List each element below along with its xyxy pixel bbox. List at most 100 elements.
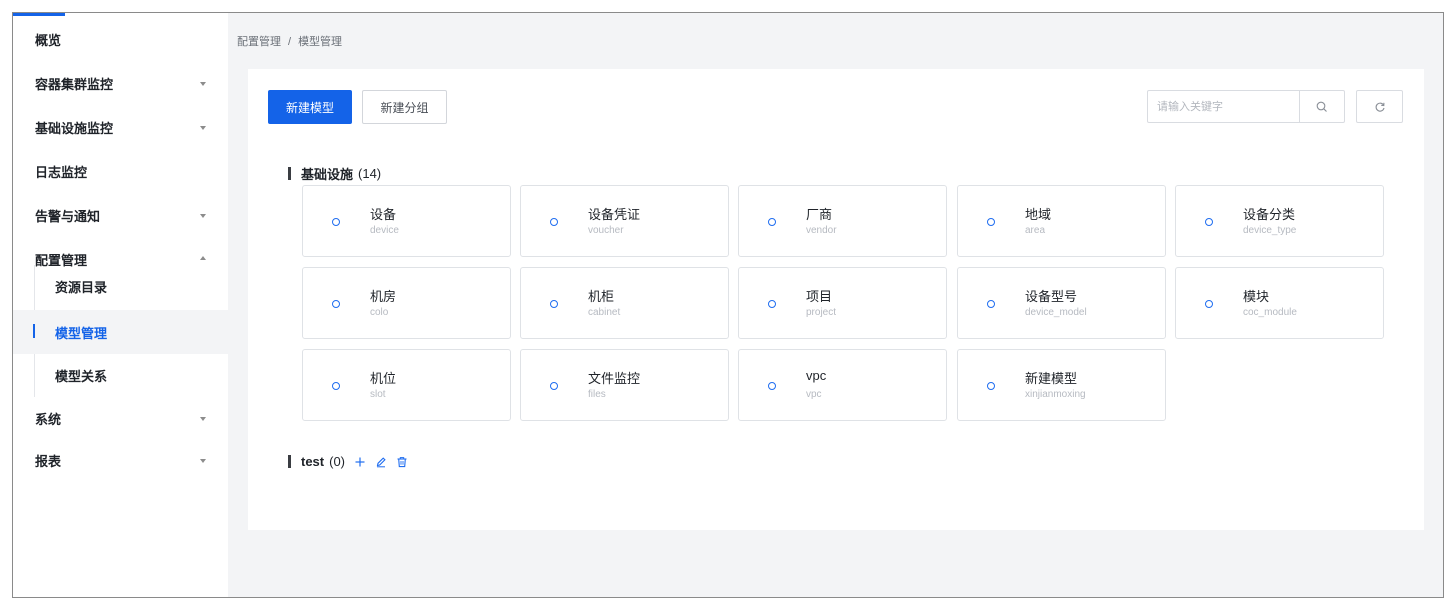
- search-icon: [1316, 101, 1327, 112]
- model-code: coc_module: [1243, 307, 1297, 318]
- model-code: project: [806, 307, 837, 318]
- breadcrumb: 配置管理 / 模型管理: [237, 33, 342, 49]
- model-name: 设备: [370, 207, 397, 222]
- model-card[interactable]: 模块 coc_module: [1175, 267, 1384, 339]
- new-model-button[interactable]: 新建模型: [268, 90, 352, 124]
- breadcrumb-separator: /: [288, 36, 292, 48]
- circle-icon: [768, 218, 776, 226]
- model-code: voucher: [588, 225, 624, 236]
- model-card[interactable]: 新建模型 xinjianmoxing: [957, 349, 1166, 421]
- circle-icon: [1205, 218, 1213, 226]
- add-model-button[interactable]: [354, 456, 366, 468]
- sidebar-subitem-label: 模型管理: [55, 325, 108, 341]
- circle-icon: [332, 300, 340, 308]
- sidebar-item-label: 系统: [35, 411, 62, 427]
- model-panel: 新建模型 新建分组 基础设施 (14) 设备 device 设备凭证 vouch…: [248, 69, 1424, 530]
- model-card[interactable]: 地域 area: [957, 185, 1166, 257]
- model-card[interactable]: 机房 colo: [302, 267, 511, 339]
- group-marker: [288, 455, 291, 468]
- model-code: vpc: [806, 389, 822, 400]
- circle-icon: [768, 300, 776, 308]
- app-window: 概览 容器集群监控 基础设施监控 日志监控 告警与通知 配置管理 资源目录 模型…: [12, 12, 1444, 598]
- chevron-down-icon: [200, 417, 206, 421]
- chevron-down-icon: [200, 459, 206, 463]
- sidebar-item-system[interactable]: 系统: [13, 396, 228, 440]
- sidebar-item-label: 日志监控: [35, 164, 88, 180]
- group-count: (14): [358, 166, 382, 181]
- model-card[interactable]: 机位 slot: [302, 349, 511, 421]
- group-marker: [288, 167, 291, 180]
- model-card[interactable]: 项目 project: [738, 267, 947, 339]
- chevron-down-icon: [200, 126, 206, 130]
- sidebar: 概览 容器集群监控 基础设施监控 日志监控 告警与通知 配置管理 资源目录 模型…: [13, 13, 228, 597]
- group-name: test: [301, 454, 325, 469]
- plus-icon: [355, 457, 365, 466]
- chevron-up-icon: [200, 256, 206, 260]
- circle-icon: [1205, 300, 1213, 308]
- delete-group-button[interactable]: [396, 456, 408, 468]
- circle-icon: [550, 300, 558, 308]
- model-name: 设备型号: [1025, 289, 1078, 304]
- model-card[interactable]: 机柜 cabinet: [520, 267, 729, 339]
- circle-icon: [987, 382, 995, 390]
- model-name: 机房: [370, 289, 397, 304]
- sidebar-item-label: 基础设施监控: [35, 120, 114, 136]
- breadcrumb-parent[interactable]: 配置管理: [237, 36, 281, 48]
- sidebar-item-infrastructure-monitoring[interactable]: 基础设施监控: [13, 105, 228, 149]
- refresh-icon: [1375, 102, 1385, 112]
- model-card[interactable]: 设备凭证 voucher: [520, 185, 729, 257]
- model-code: slot: [370, 389, 386, 400]
- model-name: 地域: [1025, 207, 1052, 222]
- sidebar-item-label: 概览: [35, 32, 62, 48]
- circle-icon: [550, 218, 558, 226]
- sidebar-subitem-model-relations[interactable]: 模型关系: [13, 353, 228, 397]
- edit-icon: [376, 456, 386, 467]
- circle-icon: [987, 218, 995, 226]
- sidebar-item-container-cluster-monitoring[interactable]: 容器集群监控: [13, 61, 228, 105]
- sidebar-subitem-model-management[interactable]: 模型管理: [13, 310, 228, 354]
- model-code: files: [588, 389, 606, 400]
- circle-icon: [332, 218, 340, 226]
- model-code: vendor: [806, 225, 837, 236]
- model-card[interactable]: 设备 device: [302, 185, 511, 257]
- edit-group-button[interactable]: [375, 456, 387, 468]
- breadcrumb-current: 模型管理: [298, 36, 343, 48]
- refresh-button[interactable]: [1356, 90, 1403, 123]
- model-code: device: [370, 225, 399, 236]
- search-box: [1147, 90, 1345, 123]
- model-code: xinjianmoxing: [1025, 389, 1086, 400]
- sidebar-item-label: 报表: [35, 453, 62, 469]
- sidebar-subitem-label: 模型关系: [55, 368, 108, 384]
- model-name: 机柜: [588, 289, 615, 304]
- search-input[interactable]: [1148, 91, 1299, 122]
- search-button[interactable]: [1299, 91, 1344, 122]
- sidebar-top-accent: [13, 13, 65, 16]
- model-name: 模块: [1243, 289, 1270, 304]
- group-header-test: test (0): [288, 454, 408, 469]
- model-card[interactable]: vpc vpc: [738, 349, 947, 421]
- circle-icon: [550, 382, 558, 390]
- model-name: 新建模型: [1025, 371, 1078, 386]
- model-card[interactable]: 设备分类 device_type: [1175, 185, 1384, 257]
- sidebar-item-reports[interactable]: 报表: [13, 438, 228, 482]
- model-card[interactable]: 文件监控 files: [520, 349, 729, 421]
- model-name: 厂商: [806, 207, 833, 222]
- sidebar-item-alerts-notifications[interactable]: 告警与通知: [13, 193, 228, 237]
- model-card[interactable]: 厂商 vendor: [738, 185, 947, 257]
- circle-icon: [768, 382, 776, 390]
- trash-icon: [397, 456, 407, 467]
- sidebar-item-log-monitoring[interactable]: 日志监控: [13, 149, 228, 193]
- sidebar-subitem-resource-catalog[interactable]: 资源目录: [13, 264, 228, 308]
- sidebar-item-overview[interactable]: 概览: [13, 17, 228, 61]
- chevron-down-icon: [200, 82, 206, 86]
- group-header-infrastructure: 基础设施 (14): [288, 164, 381, 183]
- model-card[interactable]: 设备型号 device_model: [957, 267, 1166, 339]
- sidebar-item-label: 告警与通知: [35, 208, 101, 224]
- circle-icon: [987, 300, 995, 308]
- model-code: device_type: [1243, 225, 1297, 236]
- group-count: (0): [329, 454, 346, 469]
- model-name: 设备分类: [1243, 207, 1296, 222]
- circle-icon: [332, 382, 340, 390]
- model-name: 项目: [806, 289, 833, 304]
- new-group-button[interactable]: 新建分组: [362, 90, 447, 124]
